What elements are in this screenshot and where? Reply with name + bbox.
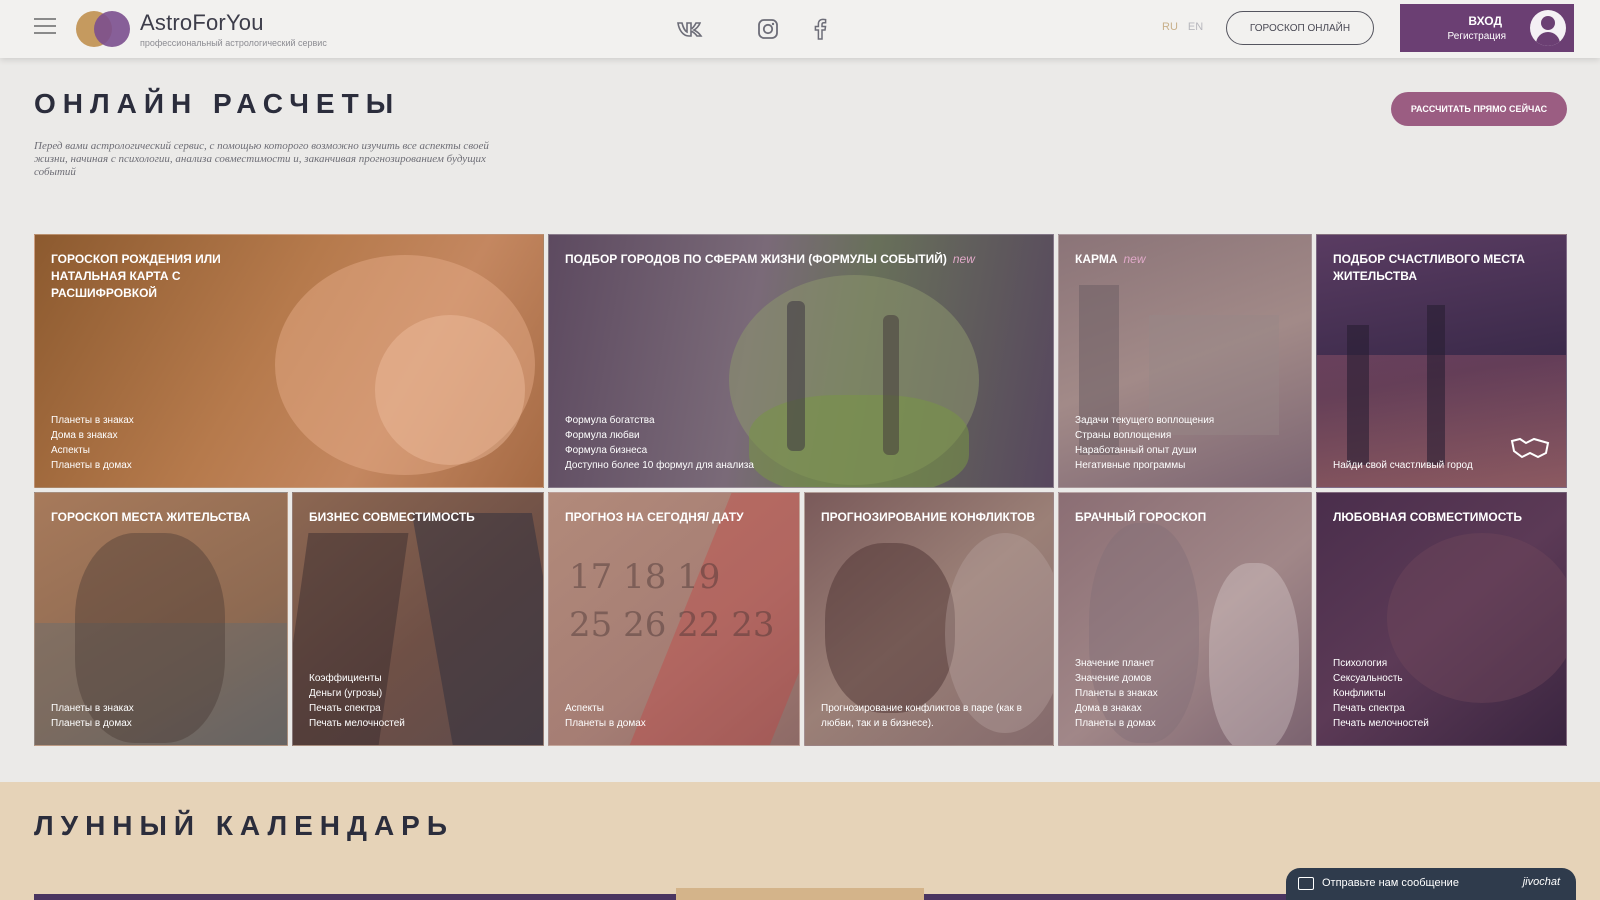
card-residence-horoscope[interactable]: ГОРОСКОП МЕСТА ЖИТЕЛЬСТВА Планеты в знак… bbox=[34, 492, 288, 746]
card-items: Прогнозирование конфликтов в паре (как в… bbox=[821, 703, 1022, 729]
card-title: ГОРОСКОП МЕСТА ЖИТЕЛЬСТВА bbox=[51, 510, 251, 524]
login-label: ВХОД bbox=[1468, 14, 1502, 28]
card-items: Психология Сексуальность Конфликты Печать с… bbox=[1333, 658, 1429, 729]
card-marriage-horoscope[interactable]: БРАЧНЫЙ ГОРОСКОП Значение планет Значение… bbox=[1058, 492, 1312, 746]
logo-subtitle: профессиональный астрологический сервис bbox=[140, 38, 327, 48]
menu-icon[interactable] bbox=[34, 18, 56, 36]
lang-ru[interactable]: RU bbox=[1162, 21, 1178, 33]
card-title: БРАЧНЫЙ ГОРОСКОП bbox=[1075, 510, 1207, 524]
register-link[interactable]: Регистрация bbox=[1448, 31, 1506, 42]
chat-icon bbox=[1298, 877, 1314, 890]
logo-title: AstroForYou bbox=[140, 10, 264, 35]
card-natal-chart[interactable]: ГОРОСКОП РОЖДЕНИЯ ИЛИ НАТАЛЬНАЯ КАРТА С … bbox=[34, 234, 544, 488]
card-conflict-forecast[interactable]: ПРОГНОЗИРОВАНИЕ КОНФЛИКТОВ Прогнозирован… bbox=[804, 492, 1054, 746]
section-description: Перед вами астрологический сервис, с пом… bbox=[34, 140, 489, 178]
calendar-tab-active[interactable] bbox=[676, 888, 924, 900]
card-items: Найди свой счастливый город bbox=[1333, 460, 1473, 471]
chat-widget[interactable]: Отправьте нам сообщение jivochat bbox=[1286, 868, 1576, 900]
card-title: КАРМА new bbox=[1075, 252, 1146, 266]
vk-icon[interactable] bbox=[676, 16, 704, 42]
card-items: Коэффициенты Деньги (угрозы) Печать спектр… bbox=[309, 673, 405, 729]
logo[interactable]: AstroForYou профессиональный астрологиче… bbox=[140, 10, 327, 48]
card-items: Планеты в знаках Планеты в домах bbox=[51, 703, 134, 729]
page-title: ОНЛАЙН РАСЧЕТЫ bbox=[34, 88, 401, 119]
card-title: БИЗНЕС СОВМЕСТИМОСТЬ bbox=[309, 510, 475, 524]
lang-en[interactable]: EN bbox=[1188, 21, 1203, 33]
card-karma[interactable]: КАРМА new Задачи текущего воплощения Стран… bbox=[1058, 234, 1312, 488]
card-title: ПОДБОР ГОРОДОВ ПО СФЕРАМ ЖИЗНИ (ФОРМУЛЫ … bbox=[565, 252, 975, 266]
section-title: ЛУННЫЙ КАЛЕНДАРЬ bbox=[34, 810, 454, 841]
chat-label: Отправьте нам сообщение bbox=[1322, 877, 1459, 889]
chat-brand: jivochat bbox=[1522, 876, 1560, 888]
card-daily-forecast[interactable]: 17 18 19 25 26 22 23 ПРОГНОЗ НА СЕГОДНЯ/ … bbox=[548, 492, 800, 746]
card-love-compatibility[interactable]: ЛЮБОВНАЯ СОВМЕСТИМОСТЬ Психология Сексуал… bbox=[1316, 492, 1567, 746]
instagram-icon[interactable] bbox=[754, 16, 782, 42]
login-button[interactable]: ВХОД Регистрация bbox=[1400, 4, 1574, 52]
card-title: ПРОГНОЗ НА СЕГОДНЯ/ ДАТУ bbox=[565, 510, 744, 524]
card-city-selection[interactable]: ПОДБОР ГОРОДОВ ПО СФЕРАМ ЖИЗНИ (ФОРМУЛЫ … bbox=[548, 234, 1054, 488]
card-items: Аспекты Планеты в домах bbox=[565, 703, 646, 729]
card-title: ЛЮБОВНАЯ СОВМЕСТИМОСТЬ bbox=[1333, 510, 1523, 524]
card-items: Формула богатства Формула любви Формула би… bbox=[565, 415, 754, 471]
site-header: AstroForYou профессиональный астрологиче… bbox=[0, 0, 1600, 58]
calculate-now-button[interactable]: РАССЧИТАТЬ ПРЯМО СЕЙЧАС bbox=[1391, 92, 1567, 126]
horoscope-online-button[interactable]: ГОРОСКОП ОНЛАЙН bbox=[1226, 11, 1374, 45]
logo-icon[interactable] bbox=[76, 9, 132, 49]
card-business-compatibility[interactable]: БИЗНЕС СОВМЕСТИМОСТЬ Коэффициенты Деньги … bbox=[292, 492, 544, 746]
card-items: Значение планет Значение домов Планеты в з… bbox=[1075, 658, 1158, 729]
services-grid: ГОРОСКОП РОЖДЕНИЯ ИЛИ НАТАЛЬНАЯ КАРТА С … bbox=[34, 234, 1567, 746]
avatar[interactable] bbox=[1530, 10, 1566, 46]
card-title: ГОРОСКОП РОЖДЕНИЯ ИЛИ НАТАЛЬНАЯ КАРТА С … bbox=[51, 252, 221, 300]
language-switch: RU EN bbox=[1162, 21, 1213, 33]
card-title: ПОДБОР СЧАСТЛИВОГО МЕСТА ЖИТЕЛЬСТВА bbox=[1333, 252, 1525, 283]
card-items: Планеты в знаках Дома в знаках Аспекты План… bbox=[51, 415, 134, 471]
card-happy-place[interactable]: ПОДБОР СЧАСТЛИВОГО МЕСТА ЖИТЕЛЬСТВА Найд… bbox=[1316, 234, 1567, 488]
card-items: Задачи текущего воплощения Страны воплоще… bbox=[1075, 415, 1215, 471]
facebook-icon[interactable] bbox=[806, 16, 834, 42]
card-title: ПРОГНОЗИРОВАНИЕ КОНФЛИКТОВ bbox=[821, 510, 1036, 524]
